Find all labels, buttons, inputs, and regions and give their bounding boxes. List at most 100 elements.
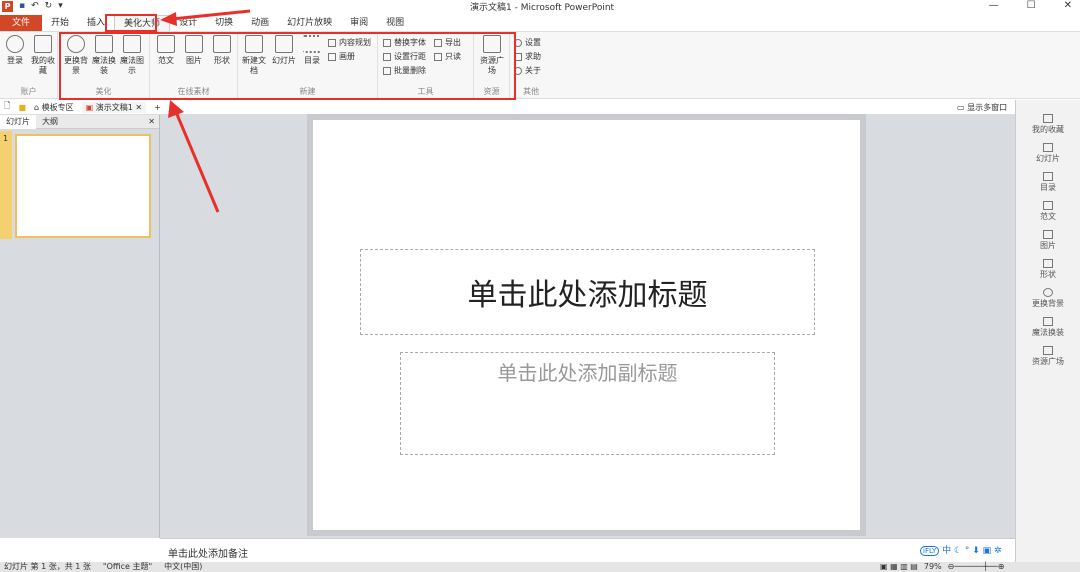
status-bar: 幻灯片 第 1 张，共 1 张 "Office 主题" 中文(中国) ▣ ▦ ▥…: [0, 562, 1080, 572]
tab-view[interactable]: 视图: [377, 15, 413, 31]
maximize-icon[interactable]: ☐: [1027, 0, 1036, 11]
notes-pane[interactable]: 单击此处添加备注 iFLY 中 ☾ ° ⬇ ▣ ✲: [160, 538, 1015, 562]
slide-icon: [275, 35, 293, 53]
shape-button[interactable]: 形状: [210, 35, 234, 66]
view-buttons[interactable]: ▣ ▦ ▥ ▤: [880, 562, 918, 572]
info-icon: [514, 66, 522, 75]
shape-icon: [1043, 259, 1053, 268]
tab-animations[interactable]: 动画: [242, 15, 278, 31]
ribbon-tabs: 文件 开始 插入 美化大师 设计 切换 动画 幻灯片放映 审阅 视图: [0, 14, 413, 32]
tab-insert[interactable]: 插入: [78, 15, 114, 31]
font-icon: [383, 38, 391, 47]
title-placeholder[interactable]: 单击此处添加标题: [360, 249, 815, 335]
document-tabs: 🗋 ■ ⌂ 模板专区 ▣ 演示文稿1 ✕ + ▭ 显示多窗口: [0, 100, 1080, 115]
export-button[interactable]: 导出: [434, 37, 461, 48]
tab-slides[interactable]: 幻灯片: [0, 114, 36, 129]
magic-wand-icon: [95, 35, 113, 53]
side-favorites[interactable]: 我的收藏: [1016, 114, 1080, 135]
list-icon: [303, 35, 321, 53]
group-other: 设置 求助 关于 其他: [510, 32, 552, 98]
help-icon: [514, 52, 522, 61]
subtitle-placeholder[interactable]: 单击此处添加副标题: [400, 352, 775, 455]
favorites-button[interactable]: 我的收藏: [30, 35, 56, 76]
settings-button[interactable]: 设置: [514, 37, 541, 48]
minimize-icon[interactable]: —: [989, 0, 999, 11]
group-resources: 资源广场 资源: [474, 32, 510, 98]
quick-access-toolbar: P ▪ ↶ ↻ ▾: [2, 0, 63, 12]
login-button[interactable]: 登录: [3, 35, 27, 66]
slide-icon: [1043, 143, 1053, 152]
tab-home[interactable]: 开始: [42, 15, 78, 31]
tab-review[interactable]: 审阅: [341, 15, 377, 31]
tab-slideshow[interactable]: 幻灯片放映: [278, 15, 341, 31]
right-sidebar: 我的收藏 幻灯片 目录 范文 图片 形状 更换背景 魔法换装 资源广场: [1015, 100, 1080, 562]
group-account: 登录 我的收藏 账户: [0, 32, 58, 98]
template-tab[interactable]: ⌂ 模板专区: [34, 102, 74, 113]
close-icon[interactable]: ✕: [1064, 0, 1072, 11]
delete-icon: [383, 66, 391, 75]
tab-transitions[interactable]: 切换: [206, 15, 242, 31]
user-icon: [6, 35, 24, 53]
slide-thumbnail[interactable]: [15, 134, 151, 238]
help-button[interactable]: 求助: [514, 51, 541, 62]
new-file-icon[interactable]: 🗋: [4, 100, 10, 114]
close-panel-icon[interactable]: ✕: [148, 117, 159, 126]
new-document-button[interactable]: 新建文档: [242, 35, 266, 76]
side-resource-plaza[interactable]: 资源广场: [1016, 346, 1080, 367]
shape-icon: [213, 35, 231, 53]
tab-outline[interactable]: 大纲: [36, 115, 64, 129]
grid-icon: [483, 35, 501, 53]
save-icon[interactable]: ▪: [19, 1, 25, 11]
picture-button[interactable]: 图片: [182, 35, 206, 66]
resource-plaza-button[interactable]: 资源广场: [480, 35, 504, 76]
group-beautify: 更换背景 魔法换装 魔法图示 美化: [58, 32, 150, 98]
about-button[interactable]: 关于: [514, 65, 541, 76]
side-picture[interactable]: 图片: [1016, 230, 1080, 251]
magic-wand-icon: [1043, 317, 1053, 326]
slide-number: 1: [3, 134, 9, 143]
toc-button[interactable]: 目录: [300, 35, 324, 66]
side-sample[interactable]: 范文: [1016, 201, 1080, 222]
content-planning-icon: [328, 38, 336, 47]
show-multi-window-button[interactable]: ▭ 显示多窗口: [957, 102, 1007, 113]
tab-file[interactable]: 文件: [0, 15, 43, 31]
magic-diagram-icon: [123, 35, 141, 53]
read-only-button[interactable]: 只读: [434, 51, 461, 62]
image-icon: [1043, 230, 1053, 239]
refresh-icon: [1043, 288, 1053, 297]
window-title: 演示文稿1 - Microsoft PowerPoint: [470, 3, 615, 13]
line-spacing-button[interactable]: 设置行距: [383, 51, 426, 62]
slide-panel: 幻灯片 大纲 ✕ 1: [0, 114, 160, 538]
content-planning-button[interactable]: 内容规划: [328, 37, 371, 48]
magic-outfit-button[interactable]: 魔法换装: [92, 35, 116, 76]
side-shape[interactable]: 形状: [1016, 259, 1080, 280]
new-slide-button[interactable]: 幻灯片: [270, 35, 298, 66]
document-tab[interactable]: ▣ 演示文稿1 ✕: [81, 101, 147, 113]
redo-icon[interactable]: ↻: [45, 1, 53, 11]
zoom-level[interactable]: 79%: [924, 562, 942, 572]
folder-heart-icon: [34, 35, 52, 53]
undo-icon[interactable]: ↶: [31, 1, 39, 11]
grid-icon: [1043, 346, 1053, 355]
magic-diagram-button[interactable]: 魔法图示: [120, 35, 144, 76]
album-button[interactable]: 画册: [328, 51, 355, 62]
add-tab-icon[interactable]: +: [154, 103, 161, 112]
customize-icon[interactable]: ▾: [58, 1, 63, 11]
side-slides[interactable]: 幻灯片: [1016, 143, 1080, 164]
zoom-slider[interactable]: ⊖──────┼──⊕: [948, 562, 1005, 572]
tab-beautify[interactable]: 美化大师: [114, 14, 171, 32]
lock-doc-icon: [434, 52, 442, 61]
side-toc[interactable]: 目录: [1016, 172, 1080, 193]
group-tools: 替换字体 导出 设置行距 只读 批量删除 工具: [378, 32, 474, 98]
side-change-background[interactable]: 更换背景: [1016, 288, 1080, 309]
document-icon: [1043, 201, 1053, 210]
ime-toolbar[interactable]: iFLY 中 ☾ ° ⬇ ▣ ✲: [920, 543, 1002, 556]
side-magic-outfit[interactable]: 魔法换装: [1016, 317, 1080, 338]
sample-text-button[interactable]: 范文: [154, 35, 178, 66]
change-background-button[interactable]: 更换背景: [64, 35, 88, 76]
open-folder-icon[interactable]: ■: [18, 103, 26, 112]
replace-font-button[interactable]: 替换字体: [383, 37, 426, 48]
refresh-icon: [67, 35, 85, 53]
batch-delete-button[interactable]: 批量删除: [383, 65, 426, 76]
tab-design[interactable]: 设计: [170, 15, 206, 31]
